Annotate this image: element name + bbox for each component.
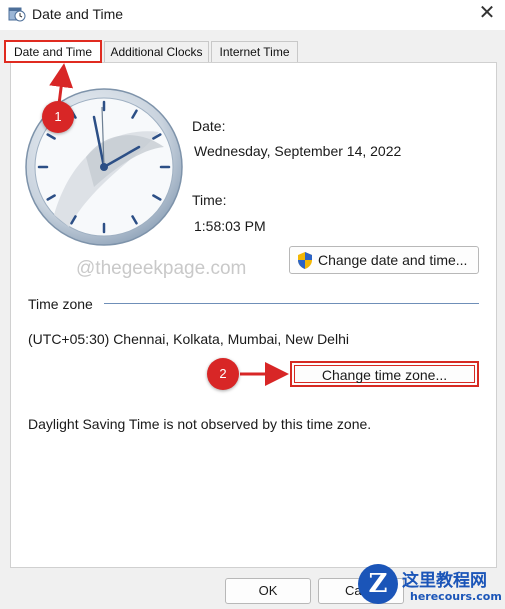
tab-additional-clocks[interactable]: Additional Clocks (104, 41, 209, 62)
change-date-and-time-button[interactable]: Change date and time... (289, 246, 479, 274)
window-title: Date and Time (32, 6, 124, 22)
time-label: Time: (192, 192, 227, 208)
site-logo: Z 这里教程网 herecours.com (352, 560, 505, 609)
time-value: 1:58:03 PM (194, 218, 266, 234)
logo-z-icon: Z (358, 564, 398, 604)
tab-date-and-time[interactable]: Date and Time (4, 40, 102, 63)
time-zone-divider (104, 303, 479, 304)
calendar-clock-icon (8, 7, 26, 22)
shield-icon (298, 252, 312, 269)
time-zone-value: (UTC+05:30) Chennai, Kolkata, Mumbai, Ne… (28, 331, 349, 347)
title-bar: Date and Time ✕ (0, 0, 505, 30)
change-date-and-time-label: Change date and time... (318, 252, 468, 268)
annotation-badge-2: 2 (207, 358, 239, 390)
date-value: Wednesday, September 14, 2022 (194, 143, 402, 159)
time-zone-label: Time zone (28, 296, 93, 312)
tab-internet-time[interactable]: Internet Time (211, 41, 298, 62)
annotation-badge-1: 1 (42, 101, 74, 133)
date-label: Date: (192, 118, 226, 134)
logo-name: 这里教程网 (402, 571, 487, 591)
watermark: @thegeekpage.com (76, 258, 247, 279)
change-time-zone-label: Change time zone... (321, 367, 448, 383)
change-time-zone-button[interactable]: Change time zone... (290, 361, 479, 387)
ok-button[interactable]: OK (225, 578, 311, 604)
dst-status-text: Daylight Saving Time is not observed by … (28, 416, 372, 432)
logo-url: herecours.com (410, 590, 502, 603)
close-icon[interactable]: ✕ (474, 2, 500, 26)
